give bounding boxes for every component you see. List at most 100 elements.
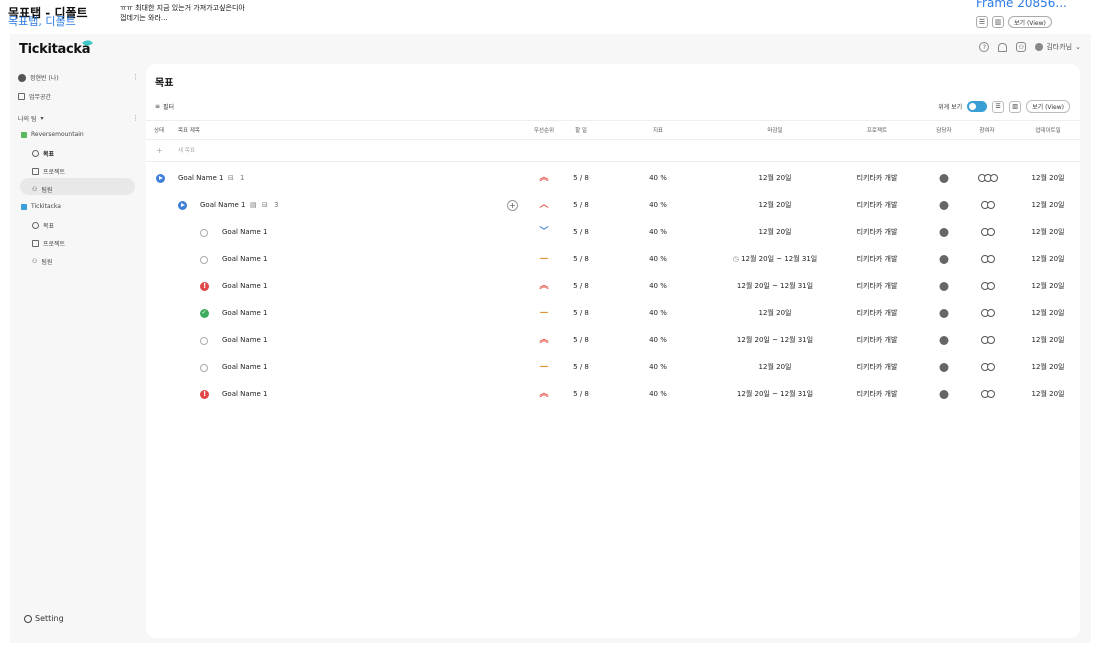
participants-group[interactable] (981, 255, 995, 263)
logo[interactable]: Tickitacka (19, 42, 91, 57)
status-play-icon[interactable] (178, 201, 187, 210)
owner-avatar[interactable] (939, 309, 949, 318)
participants-group[interactable] (981, 390, 995, 398)
table-row[interactable]: Goal Name 1 ⊟ 1 ︽ 5 / 8 40 % 12월 20일 티키타카 개발 12월… (146, 165, 1080, 192)
sidebar-my-team[interactable]: 나의 팀 ▾ (18, 114, 43, 123)
sidebar-item-me[interactable]: 정현빈 (나) (18, 73, 59, 82)
list-view-icon[interactable]: ☰ (992, 100, 1005, 113)
priority-high-icon[interactable]: ︽ (539, 273, 548, 300)
goal-name[interactable]: Goal Name 1 (222, 327, 268, 354)
status-empty-icon[interactable] (200, 364, 208, 372)
sidebar-item-projects[interactable]: 프로젝트 (32, 167, 65, 176)
owner-avatar[interactable] (939, 228, 949, 237)
deadline[interactable]: 12월 20일 ~ 12월 31일 (737, 327, 813, 354)
project-name[interactable]: 티키타카 개발 (857, 327, 898, 354)
deadline[interactable]: 12월 20일 (759, 300, 792, 327)
col-updated[interactable]: 업데이트일 (1035, 121, 1060, 141)
table-row[interactable]: Goal Name 1 ▤ ⊟ 3 + ︿ 5 / 8 40 % 12월 20일 티키타카 개발 1… (146, 192, 1080, 219)
subgoal-icon[interactable]: ⊟ (228, 165, 234, 192)
participants-group[interactable] (981, 201, 995, 209)
col-project[interactable]: 프로젝트 (867, 121, 887, 141)
status-error-icon[interactable] (200, 281, 209, 291)
goal-name[interactable]: Goal Name 1 (222, 219, 268, 246)
more-icon[interactable]: ⋮ (132, 114, 139, 122)
deadline[interactable]: 12월 20일 (759, 192, 792, 219)
project-name[interactable]: 티키타카 개발 (857, 354, 898, 381)
project-name[interactable]: 티키타카 개발 (857, 165, 898, 192)
sidebar-team-reversemountain[interactable]: Reversemountain (21, 131, 84, 138)
table-row[interactable]: Goal Name 1 — 5 / 8 40 % 12월 20일 티키타카 개발 12월 2… (146, 300, 1080, 327)
status-error-icon[interactable] (200, 389, 209, 399)
sidebar-item-goals[interactable]: 목표 (32, 149, 54, 158)
status-empty-icon[interactable] (200, 229, 208, 237)
participants-group[interactable] (981, 363, 995, 371)
table-row[interactable]: Goal Name 1 — 5 / 8 40 % 12월 20일 티키타카 개발 12월 2… (146, 354, 1080, 381)
goal-name[interactable]: Goal Name 1 (222, 381, 268, 408)
project-name[interactable]: 티키타카 개발 (857, 300, 898, 327)
table-row[interactable]: Goal Name 1 ﹀ 5 / 8 40 % 12월 20일 티키타카 개발 12월 2… (146, 219, 1080, 246)
deadline[interactable]: 12월 20일 (759, 165, 792, 192)
priority-medium-icon[interactable]: ︿ (539, 192, 548, 219)
list-view-icon[interactable]: ☰ (976, 16, 988, 28)
question-icon[interactable]: ? (979, 42, 990, 52)
table-row[interactable]: Goal Name 1 ︽ 5 / 8 40 % 12월 20일 ~ 12월 31일 티키… (146, 273, 1080, 300)
goal-name[interactable]: Goal Name 1 (222, 300, 268, 327)
deadline[interactable]: 12월 20일 ~ 12월 31일 (737, 273, 813, 300)
view-button[interactable]: 보기 (View) (1026, 100, 1070, 113)
project-name[interactable]: 티키타카 개발 (857, 219, 898, 246)
more-icon[interactable]: ⋮ (132, 73, 139, 81)
priority-none-icon[interactable]: — (540, 300, 549, 327)
status-done-icon[interactable] (200, 308, 209, 318)
status-play-icon[interactable] (156, 174, 165, 183)
participants-group[interactable] (981, 282, 995, 290)
col-metric[interactable]: 지표 (653, 121, 663, 141)
subgoal-icon[interactable]: ⊟ (262, 192, 268, 219)
deadline[interactable]: 12월 20일 (759, 354, 792, 381)
participants-group[interactable] (978, 174, 998, 182)
owner-avatar[interactable] (939, 363, 949, 372)
note-icon[interactable]: ▤ (250, 192, 257, 219)
people-icon[interactable]: ⚇ (1016, 42, 1027, 52)
col-priority[interactable]: 우선순위 (534, 121, 554, 141)
status-empty-icon[interactable] (200, 337, 208, 345)
goal-name[interactable]: Goal Name 1 (178, 165, 224, 192)
col-owner[interactable]: 담당자 (936, 121, 951, 141)
col-goal-title[interactable]: 목표 제목 (178, 121, 200, 141)
sidebar-item-projects-2[interactable]: 프로젝트 (32, 239, 65, 248)
sidebar-item-goals-2[interactable]: 목표 (32, 221, 54, 230)
priority-high-icon[interactable]: ︽ (539, 381, 548, 408)
sidebar-team-tickitacka[interactable]: Tickitacka (21, 203, 61, 210)
priority-none-icon[interactable]: — (540, 246, 549, 273)
col-status[interactable]: 상태 (154, 121, 164, 141)
owner-avatar[interactable] (939, 336, 949, 345)
goal-name[interactable]: Goal Name 1 (222, 273, 268, 300)
bell-icon[interactable] (998, 42, 1008, 52)
sidebar-item-workspace[interactable]: 업무공간 (18, 92, 51, 101)
sidebar-item-members-2[interactable]: ⚇ 팀원 (32, 257, 52, 266)
add-subgoal-button[interactable]: + (507, 200, 518, 211)
project-name[interactable]: 티키타카 개발 (857, 246, 898, 273)
wide-view-toggle[interactable] (967, 101, 988, 112)
project-name[interactable]: 티키타카 개발 (857, 192, 898, 219)
setting-button[interactable]: Setting (24, 614, 64, 623)
table-row[interactable]: Goal Name 1 ︽ 5 / 8 40 % 12월 20일 ~ 12월 31일 티키… (146, 327, 1080, 354)
deadline[interactable]: ◷ 12월 20일 ~ 12월 31일 (733, 246, 818, 273)
frame-label[interactable]: Frame 20856... (976, 0, 1067, 10)
owner-avatar[interactable] (939, 201, 949, 210)
canvas-view-button[interactable]: 보기 (View) (1008, 16, 1052, 28)
owner-avatar[interactable] (939, 282, 949, 291)
goal-name[interactable]: Goal Name 1 (200, 192, 246, 219)
priority-high-icon[interactable]: ︽ (539, 327, 548, 354)
participants-group[interactable] (981, 336, 995, 344)
participants-group[interactable] (981, 309, 995, 317)
filter-button[interactable]: ≡ 필터 (155, 102, 174, 111)
table-row[interactable]: Goal Name 1 ︽ 5 / 8 40 % 12월 20일 ~ 12월 31일 티키… (146, 381, 1080, 408)
deadline[interactable]: 12월 20일 ~ 12월 31일 (737, 381, 813, 408)
table-row[interactable]: Goal Name 1 — 5 / 8 40 % ◷ 12월 20일 ~ 12월 31일… (146, 246, 1080, 273)
priority-low-icon[interactable]: ﹀ (539, 219, 548, 246)
col-todo[interactable]: 할 일 (575, 121, 587, 141)
sidebar-item-members[interactable]: ⚇ 팀원 (32, 185, 52, 194)
column-view-icon[interactable]: ▥ (1009, 100, 1022, 113)
status-empty-icon[interactable] (200, 256, 208, 264)
column-view-icon[interactable]: ▥ (992, 16, 1004, 28)
